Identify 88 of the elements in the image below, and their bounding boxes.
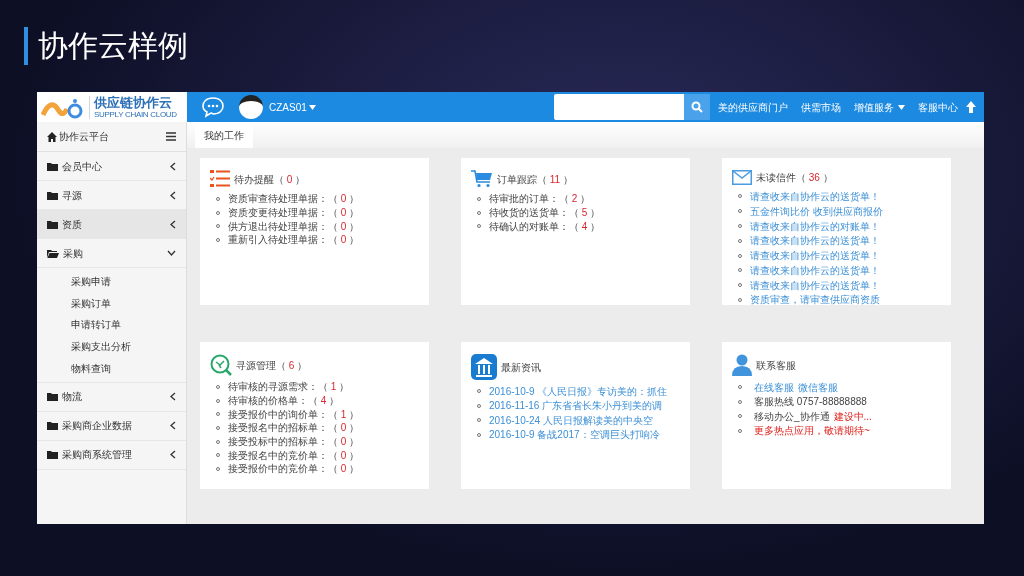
list-item-text: 接受报价中的竞价单：（ 0 ）	[228, 462, 360, 477]
submenu-item[interactable]: 采购支出分析	[37, 335, 186, 358]
contact-text: 客服热线 0757-88888888	[754, 395, 867, 410]
sidebar-item[interactable]: 资质	[37, 210, 186, 239]
list-item-text: 接受报价中的询价单：（ 1 ）	[228, 407, 360, 422]
search-icon	[691, 101, 703, 113]
chevron-left-icon	[170, 450, 176, 460]
chevron-left-icon	[170, 219, 176, 229]
chevron-left-icon	[170, 161, 176, 171]
list-item-text: 接受报名中的招标单：（ 0 ）	[228, 421, 360, 436]
sidebar-item[interactable]: 采购商系统管理	[37, 440, 186, 470]
chevron-down-icon	[167, 250, 176, 256]
up-arrow-icon[interactable]	[966, 101, 976, 113]
nav-link[interactable]: 美的供应商门户	[718, 99, 788, 115]
sidebar-item[interactable]: 采购商企业数据	[37, 411, 186, 441]
message-link[interactable]: 请查收来自协作云的送货单！	[750, 277, 880, 293]
open-folder-icon	[47, 248, 59, 258]
list-item-text: 资质变更待处理单据：（ 0 ）	[228, 206, 360, 221]
message-link[interactable]: 请查收来自协作云的送货单！	[750, 188, 880, 204]
avatar[interactable]	[239, 95, 263, 119]
list-item-text: 待审批的订单：（ 2 ）	[489, 192, 591, 207]
message-link[interactable]: 请查收来自协作云的对账单！	[750, 218, 880, 234]
message-link[interactable]: 资质审查，请审查供应商资质	[750, 292, 880, 308]
chevron-left-icon	[170, 190, 176, 200]
card-title: 最新资讯	[501, 360, 541, 375]
message-link[interactable]: 请查收来自协作云的送货单！	[750, 248, 880, 264]
notice-text: 建设中...	[833, 409, 872, 424]
nav-link[interactable]: 增值服务	[854, 99, 905, 115]
folder-icon	[47, 219, 58, 229]
slide-title: 协作云样例	[38, 31, 188, 61]
nav-link[interactable]: 客服中心	[918, 99, 958, 115]
folder-icon	[47, 161, 58, 171]
list-item-text: 供方退出待处理单据：（ 0 ）	[228, 219, 360, 234]
folder-icon	[47, 392, 58, 402]
search-button[interactable]	[684, 94, 710, 120]
card-title: 寻源管理（ 6 ）	[236, 358, 308, 373]
chevron-left-icon	[170, 392, 176, 402]
news-link[interactable]: 2016-10-9 《人民日报》专访美的：抓住	[489, 383, 668, 399]
news-link[interactable]: 2016-10-9 备战2017：空调巨头打响冷	[489, 427, 660, 443]
caret-icon	[898, 104, 905, 110]
cart-icon	[471, 170, 493, 188]
user-menu[interactable]: CZAS01	[269, 99, 316, 115]
card-title: 待办提醒（ 0 ）	[234, 172, 306, 187]
logo-subtitle: SUPPLY CHAIN CLOUD	[94, 110, 177, 119]
folder-icon	[47, 450, 58, 460]
list-item-text: 资质审查待处理单据：（ 0 ）	[228, 192, 360, 207]
folder-icon	[47, 421, 58, 431]
card-title: 联系客服	[756, 358, 796, 373]
sidebar-item[interactable]: 采购	[37, 239, 186, 268]
news-link[interactable]: 2016-11-16 广东省省长朱小丹到美的调	[489, 398, 663, 414]
link[interactable]: 在线客服	[754, 379, 794, 395]
card-title: 订单跟踪（ 11 ）	[497, 172, 573, 187]
list-item-text: 待确认的对账单：（ 4 ）	[489, 219, 601, 234]
nav-link[interactable]: 供需市场	[801, 99, 841, 115]
message-link[interactable]: 请查收来自协作云的送货单！	[750, 233, 880, 249]
bank-icon	[471, 354, 497, 380]
submenu-item[interactable]: 采购申请	[37, 271, 186, 293]
list-item-text: 待审核的寻源需求：（ 1 ）	[228, 380, 350, 395]
magnifier-icon	[210, 354, 232, 376]
message-link[interactable]: 五金件询比价 收到供应商报价	[750, 203, 883, 219]
envelope-icon	[732, 170, 752, 185]
list-item-text: 接受投标中的招标单：（ 0 ）	[228, 435, 360, 450]
list-item-text: 接受报名中的竞价单：（ 0 ）	[228, 448, 360, 463]
logo-title: 供应链协作云	[94, 95, 173, 109]
submenu-item[interactable]: 申请转订单	[37, 314, 186, 336]
notice-text: 更多热点应用，敬请期待~	[754, 424, 870, 439]
message-link[interactable]: 请查收来自协作云的送货单！	[750, 262, 880, 278]
menu-icon[interactable]	[166, 132, 176, 141]
card-title: 未读信件（ 36 ）	[756, 171, 833, 185]
list-item-text: 重新引入待处理单据：（ 0 ）	[228, 233, 360, 248]
list-item-text: 待审核的价格单：（ 4 ）	[228, 394, 340, 409]
chevron-left-icon	[170, 421, 176, 431]
folder-icon	[47, 190, 58, 200]
submenu-item[interactable]: 物料查询	[37, 357, 186, 379]
caret-icon	[308, 104, 316, 110]
chat-icon[interactable]	[201, 96, 225, 118]
news-link[interactable]: 2016-10-24 人民日报解读美的中央空	[489, 412, 653, 428]
list-icon	[210, 170, 230, 188]
list-item-text: 待收货的送货单：（ 5 ）	[489, 206, 601, 221]
search-field[interactable]	[554, 94, 684, 120]
submenu-item[interactable]: 采购订单	[37, 292, 186, 315]
sidebar-item[interactable]: 会员中心	[37, 152, 186, 181]
sidebar-item[interactable]: 物流	[37, 382, 186, 412]
link[interactable]: 微信客服	[798, 379, 838, 395]
home-icon	[47, 131, 57, 142]
contact-text: 移动办公_协作通	[754, 409, 830, 424]
sidebar-title: 协作云平台	[59, 130, 110, 144]
person-icon	[732, 354, 752, 376]
